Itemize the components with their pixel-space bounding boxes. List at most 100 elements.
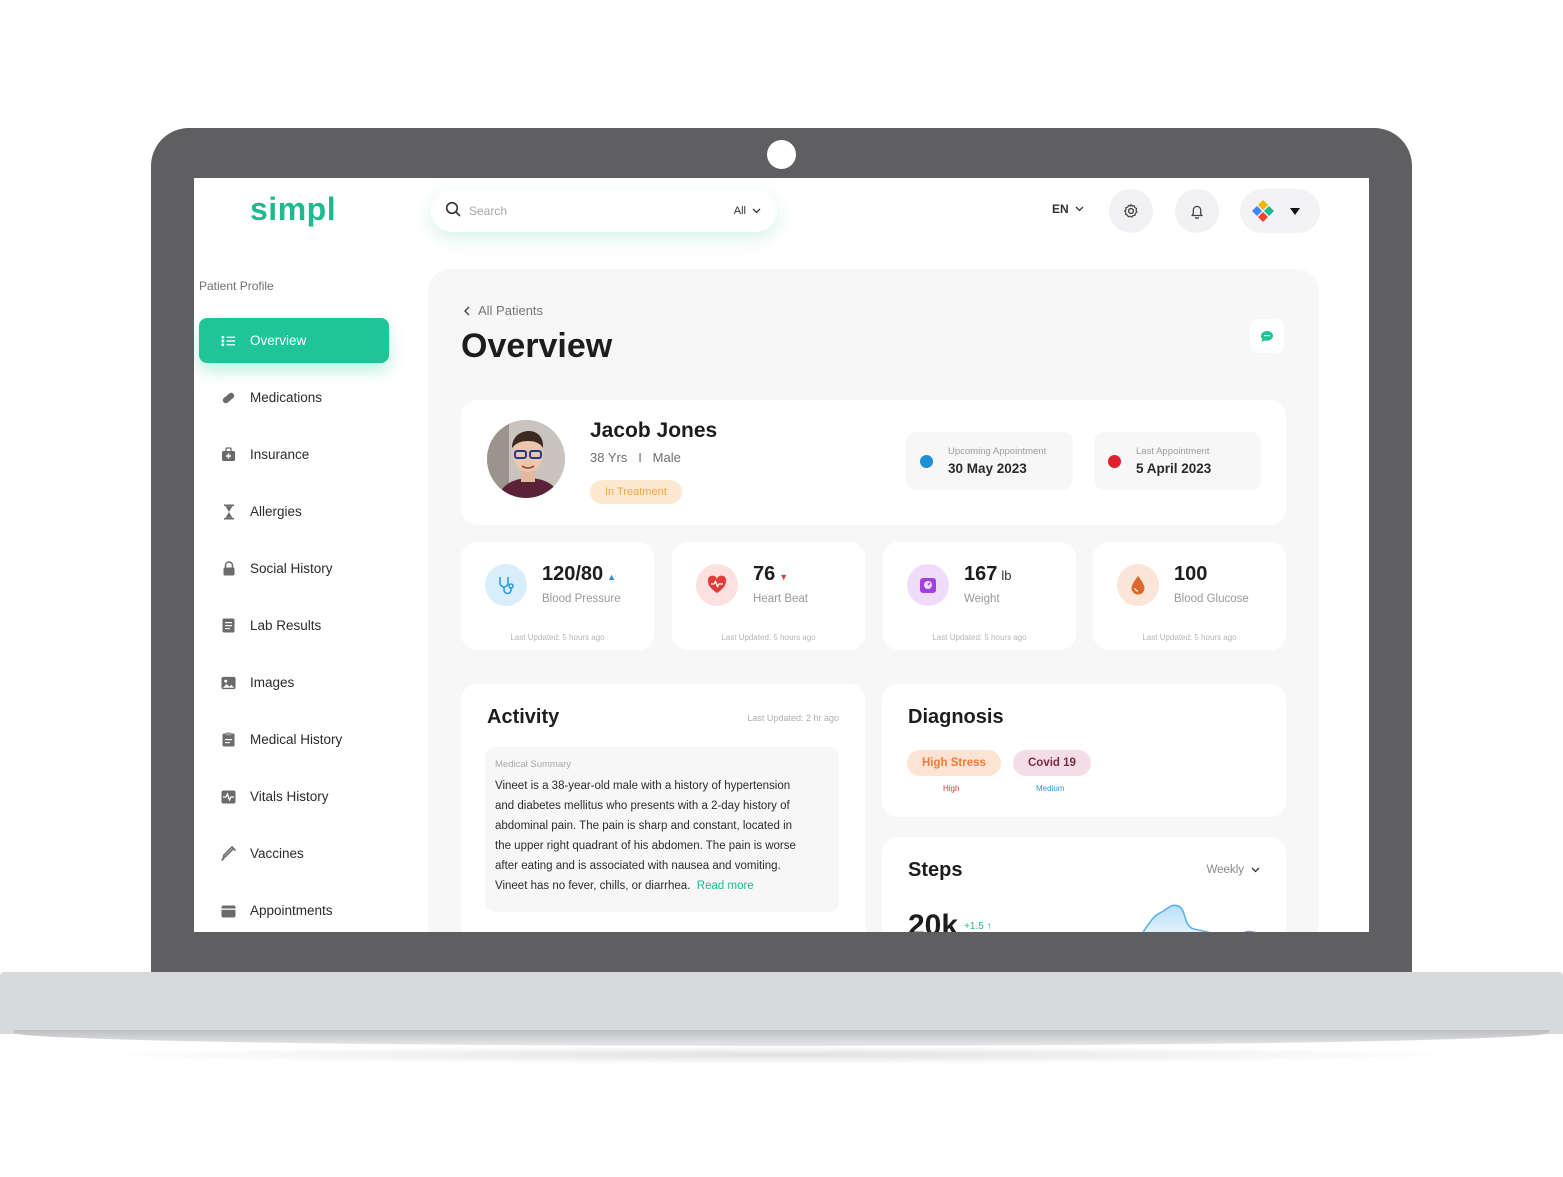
medical-summary-text: Vineet is a 38-year-old male with a hist… <box>495 776 829 896</box>
sidebar-item-overview[interactable]: Overview <box>199 318 389 363</box>
sidebar-item-label: Vaccines <box>250 846 304 861</box>
sidebar-item-social-history[interactable]: Social History <box>199 546 389 591</box>
gear-icon <box>1123 203 1138 218</box>
vital-card-blood-pressure[interactable]: 120/80 ▲ Blood Pressure Last Updated: 5 … <box>461 542 654 650</box>
app-screen: simpl Search All EN Patient Profile Over… <box>194 178 1369 932</box>
vital-updated: Last Updated: 5 hours ago <box>510 633 605 642</box>
heart-icon <box>696 564 738 606</box>
sidebar-item-medications[interactable]: Medications <box>199 375 389 420</box>
sidebar-item-label: Medications <box>250 390 323 405</box>
meta-separator: I <box>638 450 642 465</box>
vital-updated: Last Updated: 5 hours ago <box>1142 633 1237 642</box>
summary-line: Vineet has no fever, chills, or diarrhea… <box>495 880 691 892</box>
search-bar[interactable]: Search All <box>431 190 777 232</box>
heart-beat-value: 76 <box>753 563 776 585</box>
patient-age: 38 Yrs <box>590 450 628 465</box>
summary-line: after eating and is associated with naus… <box>495 860 781 872</box>
settings-button[interactable] <box>1109 189 1153 233</box>
sidebar-item-label: Vitals History <box>250 789 329 804</box>
summary-line: Vineet is a 38-year-old male with a hist… <box>495 780 791 792</box>
notifications-button[interactable] <box>1175 189 1219 233</box>
trend-down-icon: ▼ <box>779 572 789 582</box>
app-logo[interactable]: simpl <box>250 191 336 228</box>
sidebar-item-lab-results[interactable]: Lab Results <box>199 603 389 648</box>
clipboard-icon <box>221 732 236 747</box>
summary-line: the upper right quadrant of his abdomen.… <box>495 840 796 852</box>
upcoming-appointment-date: 30 May 2023 <box>948 461 1027 476</box>
webcam <box>767 140 796 169</box>
laptop-base-edge <box>14 1030 1549 1046</box>
main-panel: All Patients Overview Jacob Jones 38 Yrs… <box>428 269 1319 932</box>
blood-glucose-value: 100 <box>1174 563 1208 585</box>
last-appointment-date: 5 April 2023 <box>1136 461 1212 476</box>
pulse-icon <box>221 789 236 804</box>
read-more-link[interactable]: Read more <box>697 880 754 892</box>
diagnosis-level: Medium <box>1036 784 1065 793</box>
vital-updated: Last Updated: 5 hours ago <box>721 633 816 642</box>
activity-updated: Last Updated: 2 hr ago <box>747 713 839 723</box>
sidebar-item-vaccines[interactable]: Vaccines <box>199 831 389 876</box>
laptop-shadow <box>80 1046 1480 1064</box>
back-link-label: All Patients <box>478 303 544 318</box>
profile-menu[interactable] <box>1240 189 1320 233</box>
language-label: EN <box>1052 202 1069 216</box>
image-icon <box>221 675 236 690</box>
calendar-icon <box>221 903 236 918</box>
diagnosis-card: Diagnosis High Stress High Covid 19 Medi… <box>882 684 1286 817</box>
vital-value: 120/80 ▲ <box>542 563 616 586</box>
last-appointment[interactable]: Last Appointment 5 April 2023 <box>1094 432 1261 490</box>
bell-icon <box>1191 205 1203 219</box>
upcoming-appointment[interactable]: Upcoming Appointment 30 May 2023 <box>906 432 1073 490</box>
vital-card-heart-beat[interactable]: 76 ▼ Heart Beat Last Updated: 5 hours ag… <box>672 542 865 650</box>
summary-line-last: Vineet has no fever, chills, or diarrhea… <box>495 876 829 896</box>
steps-value-row: 20k +1.5 ↑ <box>908 909 992 932</box>
sidebar-item-appointments[interactable]: Appointments <box>199 888 389 932</box>
status-badge: In Treatment <box>590 480 682 504</box>
vital-card-blood-glucose[interactable]: 100 Blood Glucose Last Updated: 5 hours … <box>1093 542 1286 650</box>
vital-card-weight[interactable]: 167 lb Weight Last Updated: 5 hours ago <box>883 542 1076 650</box>
sidebar-item-insurance[interactable]: Insurance <box>199 432 389 477</box>
chevron-down-icon <box>752 208 761 214</box>
syringe-icon <box>221 846 236 861</box>
back-link[interactable]: All Patients <box>464 303 543 318</box>
sidebar-item-vitals-history[interactable]: Vitals History <box>199 774 389 819</box>
caret-down-icon <box>1290 207 1300 215</box>
patient-demographics: 38 Yrs I Male <box>590 450 681 465</box>
steps-delta: +1.5 ↑ <box>964 921 992 932</box>
steps-value: 20k <box>908 909 959 932</box>
search-input[interactable]: Search <box>469 204 734 218</box>
upcoming-dot <box>920 454 933 468</box>
drop-icon <box>1117 564 1159 606</box>
sidebar-item-label: Allergies <box>250 504 302 519</box>
trend-up-icon: ▲ <box>607 572 617 582</box>
vital-value: 167 lb <box>964 563 1012 586</box>
sidebar-item-medical-history[interactable]: Medical History <box>199 717 389 762</box>
patient-name: Jacob Jones <box>590 419 718 442</box>
sidebar-item-label: Overview <box>250 333 307 348</box>
last-appointment-label: Last Appointment <box>1136 446 1210 457</box>
diagnosis-tag-high-stress[interactable]: High Stress <box>907 750 1001 776</box>
search-filter-dropdown[interactable]: All <box>734 205 761 217</box>
pill-icon <box>221 390 236 405</box>
activity-card: Activity Last Updated: 2 hr ago Medical … <box>461 684 865 932</box>
page-title: Overview <box>461 327 613 365</box>
blood-pressure-value: 120/80 <box>542 563 604 585</box>
list-icon <box>221 333 236 348</box>
chat-button[interactable] <box>1250 319 1284 353</box>
sidebar-item-label: Medical History <box>250 732 343 747</box>
sidebar-item-label: Insurance <box>250 447 310 462</box>
stethoscope-icon <box>485 564 527 606</box>
patient-gender: Male <box>652 450 681 465</box>
sidebar-item-allergies[interactable]: Allergies <box>199 489 389 534</box>
search-icon <box>445 201 461 222</box>
patient-avatar <box>487 420 565 498</box>
laptop-base <box>0 972 1563 1034</box>
steps-period-dropdown[interactable]: Weekly <box>1207 864 1261 876</box>
language-selector[interactable]: EN <box>1052 202 1084 216</box>
sidebar-item-images[interactable]: Images <box>199 660 389 705</box>
activity-title: Activity <box>487 706 560 728</box>
summary-line: abdominal pain. The pain is sharp and co… <box>495 820 793 832</box>
diagnosis-tag-covid[interactable]: Covid 19 <box>1013 750 1091 776</box>
steps-period-label: Weekly <box>1206 864 1245 876</box>
vital-value: 76 ▼ <box>753 563 788 586</box>
